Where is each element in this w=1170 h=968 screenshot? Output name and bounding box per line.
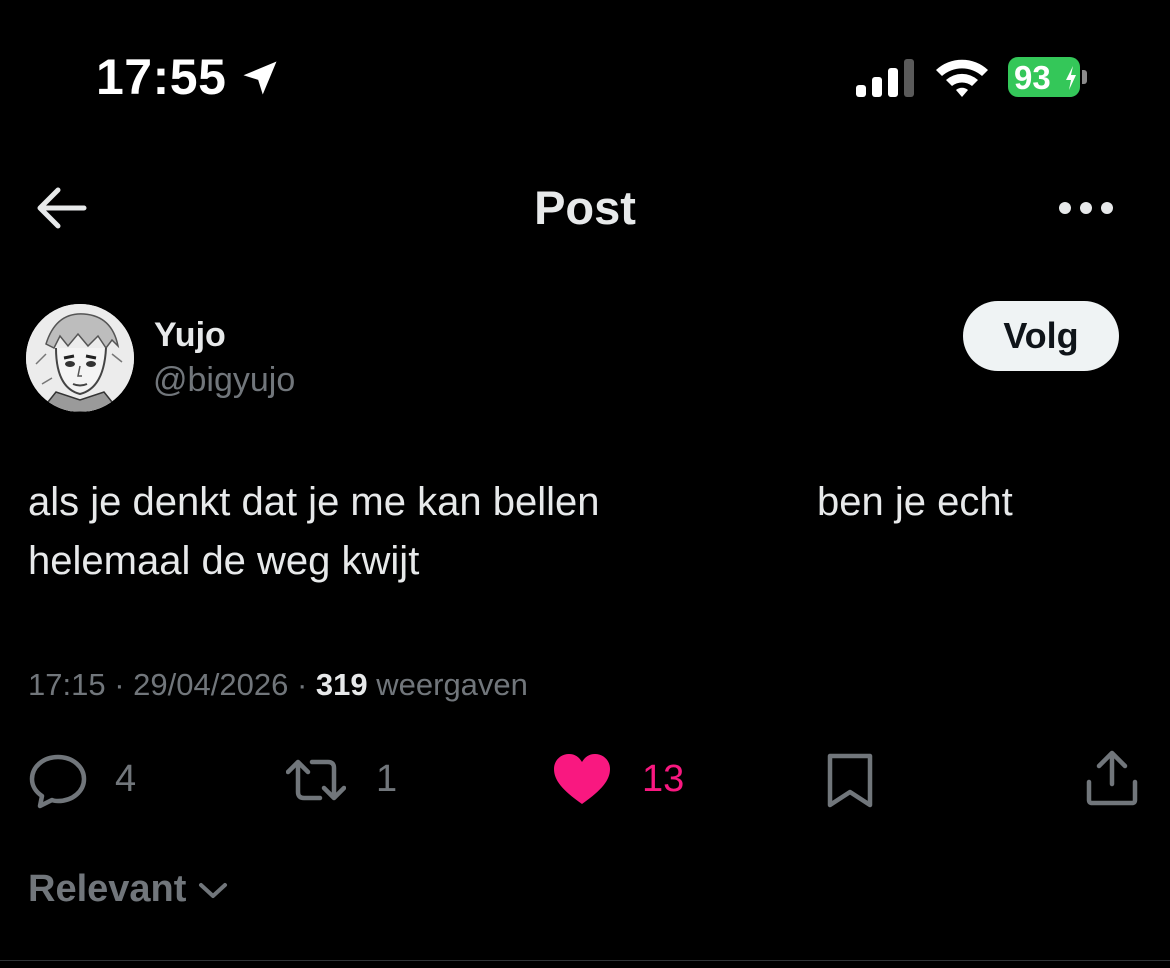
battery-level: 93 [1014, 59, 1051, 96]
share-icon[interactable] [1082, 748, 1142, 808]
post-date: 29/04/2026 [133, 667, 289, 702]
retweet-count: 1 [376, 758, 398, 800]
post-meta: 17:15 · 29/04/2026 · 319 weergaven [28, 667, 528, 703]
heart-icon[interactable] [552, 750, 612, 810]
more-dots-icon[interactable] [1056, 196, 1116, 220]
battery-cap [1082, 70, 1087, 84]
reply-count: 4 [115, 758, 137, 800]
avatar-illustration-icon [26, 304, 134, 412]
divider [0, 960, 1170, 961]
bookmark-icon[interactable] [820, 750, 880, 810]
sort-label: Relevant [28, 868, 187, 910]
views-label: weergaven [376, 667, 528, 702]
chevron-down-icon [199, 882, 228, 898]
post-text-line2: helemaal de weg kwijt [28, 539, 420, 583]
battery-icon: 93 [1008, 57, 1088, 99]
post-text-line1-right: ben je echt [817, 480, 1013, 524]
retweet-icon[interactable] [286, 750, 346, 810]
follow-button[interactable]: Volg [963, 301, 1119, 371]
author-name[interactable]: Yujo [154, 316, 226, 355]
location-arrow-icon [243, 61, 277, 95]
wifi-icon [936, 59, 988, 97]
charging-bolt-icon [1066, 66, 1076, 90]
sort-dropdown[interactable]: Relevant [28, 868, 230, 911]
views-count[interactable]: 319 [316, 667, 368, 702]
avatar[interactable] [26, 304, 134, 412]
post-time: 17:15 [28, 667, 106, 702]
meta-separator: · [114, 667, 125, 702]
page-title: Post [534, 181, 636, 234]
like-count: 13 [642, 758, 685, 800]
meta-separator: · [296, 667, 308, 702]
author-handle[interactable]: @bigyujo [153, 361, 295, 400]
status-time: 17:55 [96, 49, 227, 105]
reply-icon[interactable] [28, 750, 88, 810]
post-text-line1-left: als je denkt dat je me kan bellen [28, 480, 600, 524]
signal-icon [856, 59, 914, 97]
